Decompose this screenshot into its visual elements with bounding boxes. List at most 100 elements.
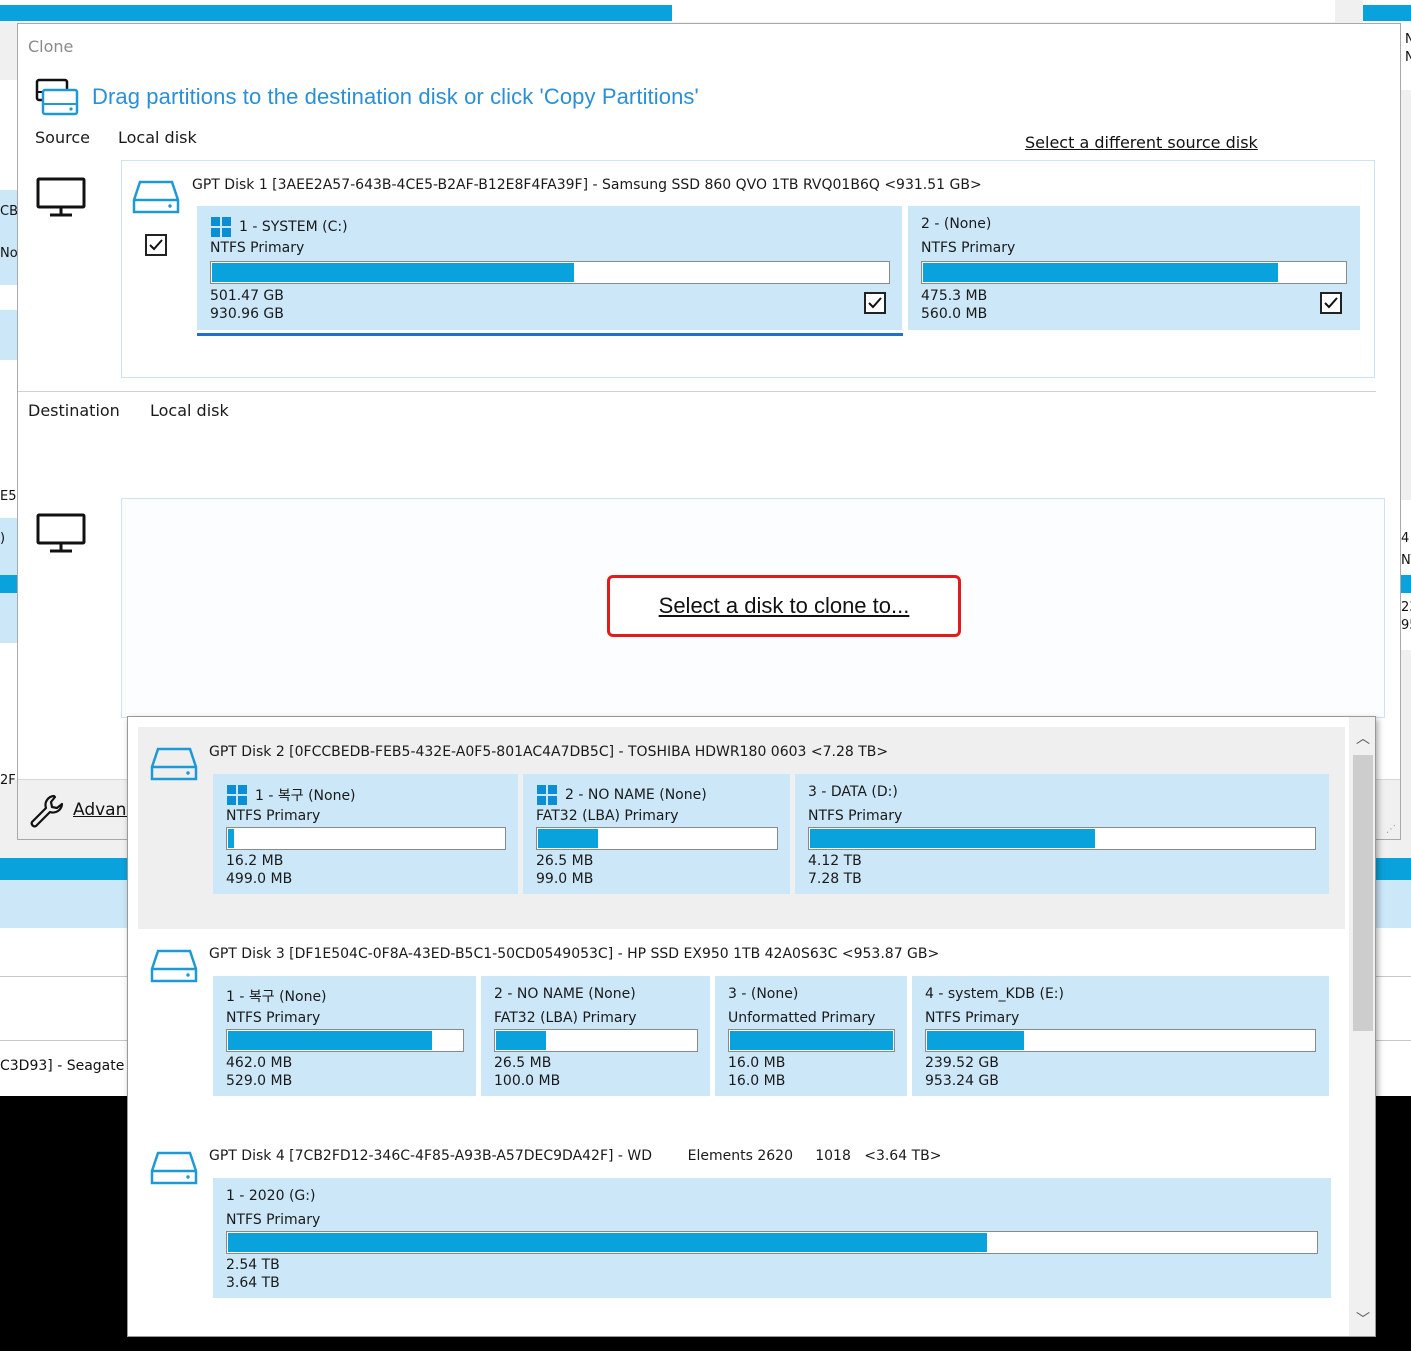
bg-fragment: NT bbox=[1401, 553, 1411, 568]
partition-type: Unformatted Primary bbox=[728, 1010, 876, 1026]
partition-total: 7.28 TB bbox=[808, 871, 862, 887]
scroll-down-arrow-icon[interactable]: ﹀ bbox=[1353, 1310, 1373, 1330]
source-partition-1[interactable]: 1 - SYSTEM (C:) NTFS Primary 501.47 GB 9… bbox=[197, 206, 902, 330]
partition-block[interactable]: 1 - 복구 (None) NTFS Primary 462.0 MB 529.… bbox=[213, 976, 476, 1096]
select-disk-to-clone-link[interactable]: Select a disk to clone to... bbox=[607, 575, 961, 637]
disk-option-3[interactable]: GPT Disk 3 [DF1E504C-0F8A-43ED-B5C1-50CD… bbox=[138, 929, 1345, 1131]
hard-drive-icon bbox=[132, 180, 180, 214]
partition-usage-bar bbox=[728, 1029, 895, 1052]
source-disk-title: GPT Disk 1 [3AEE2A57-643B-4CE5-B2AF-B12E… bbox=[192, 177, 982, 193]
partition-usage-fill bbox=[923, 263, 1278, 282]
partition-usage-fill bbox=[496, 1031, 546, 1050]
partition-block[interactable]: 3 - (None) Unformatted Primary 16.0 MB 1… bbox=[715, 976, 907, 1096]
disk-title: GPT Disk 3 [DF1E504C-0F8A-43ED-B5C1-50CD… bbox=[209, 946, 940, 962]
windows-icon bbox=[227, 785, 247, 805]
scroll-thumb[interactable] bbox=[1353, 755, 1373, 1031]
bg-fragment: Nor bbox=[0, 246, 17, 261]
partition-usage-bar bbox=[921, 261, 1347, 284]
partition-checkbox[interactable] bbox=[1320, 292, 1342, 314]
partition-name: 3 - DATA (D:) bbox=[808, 784, 898, 800]
partition-name-text: 3 - (None) bbox=[728, 986, 799, 1002]
partition-usage-bar bbox=[808, 827, 1316, 850]
partition-total: 16.0 MB bbox=[728, 1073, 786, 1089]
partition-name: 2 - NO NAME (None) bbox=[536, 784, 707, 806]
partition-block[interactable]: 1 - 복구 (None) NTFS Primary 16.2 MB 499.0… bbox=[213, 774, 518, 894]
partition-type: NTFS Primary bbox=[925, 1010, 1020, 1026]
partition-used: 4.12 TB bbox=[808, 853, 862, 869]
wrench-icon bbox=[30, 794, 64, 828]
bg-fragment: 2FD bbox=[0, 773, 17, 788]
partition-usage-bar bbox=[226, 1231, 1318, 1254]
partition-name-text: 1 - 복구 (None) bbox=[255, 788, 356, 804]
partition-usage-fill bbox=[730, 1031, 893, 1050]
computer-icon bbox=[36, 513, 86, 553]
partition-block[interactable]: 4 - system_KDB (E:) NTFS Primary 239.52 … bbox=[912, 976, 1329, 1096]
partition-name-text: 1 - SYSTEM (C:) bbox=[239, 219, 348, 235]
partition-type: NTFS Primary bbox=[226, 1010, 321, 1026]
partition-total: 499.0 MB bbox=[226, 871, 293, 887]
partition-total: 3.64 TB bbox=[226, 1275, 280, 1291]
destination-disk-type: Local disk bbox=[150, 401, 229, 420]
partition-usage-bar bbox=[925, 1029, 1316, 1052]
hard-drive-icon bbox=[150, 747, 198, 781]
disk-option-2[interactable]: GPT Disk 2 [0FCCBEDB-FEB5-432E-A0F5-801A… bbox=[138, 727, 1345, 929]
source-disk-type: Local disk bbox=[118, 128, 197, 147]
partition-usage-fill bbox=[212, 263, 574, 282]
partition-total: 560.0 MB bbox=[921, 306, 988, 322]
partition-used: 16.0 MB bbox=[728, 1055, 786, 1071]
partition-block[interactable]: 2 - NO NAME (None) FAT32 (LBA) Primary 2… bbox=[481, 976, 710, 1096]
section-divider bbox=[18, 391, 1376, 392]
dropdown-scrollbar[interactable]: ︿ ﹀ bbox=[1349, 717, 1375, 1336]
bg-fragment: E50 bbox=[0, 489, 17, 504]
partition-name-text: 2 - NO NAME (None) bbox=[565, 787, 707, 803]
partition-used: 16.2 MB bbox=[226, 853, 284, 869]
disk-option-4[interactable]: GPT Disk 4 [7CB2FD12-346C-4F85-A93B-A57D… bbox=[138, 1131, 1345, 1333]
hard-drive-icon bbox=[150, 949, 198, 983]
disk-selection-dropdown: GPT Disk 2 [0FCCBEDB-FEB5-432E-A0F5-801A… bbox=[127, 716, 1376, 1337]
bg-right-progress-2 bbox=[1401, 575, 1411, 593]
partition-name: 3 - (None) bbox=[728, 986, 798, 1002]
partition-used: 475.3 MB bbox=[921, 288, 988, 304]
bg-fragment: 4 bbox=[1401, 531, 1410, 546]
partition-block[interactable]: 3 - DATA (D:) NTFS Primary 4.12 TB 7.28 … bbox=[795, 774, 1329, 894]
partition-usage-fill bbox=[538, 829, 598, 848]
partition-name: 1 - 복구 (None) bbox=[226, 784, 356, 806]
partition-usage-fill bbox=[810, 829, 1095, 848]
partition-usage-bar bbox=[494, 1029, 698, 1052]
partition-block[interactable]: 1 - 2020 (G:) NTFS Primary 2.54 TB 3.64 … bbox=[213, 1178, 1331, 1298]
source-partition-2[interactable]: 2 - (None) NTFS Primary 475.3 MB 560.0 M… bbox=[908, 206, 1360, 330]
hard-drive-icon bbox=[150, 1151, 198, 1185]
bg-left-panel bbox=[0, 80, 17, 780]
partition-usage-bar bbox=[226, 1029, 464, 1052]
partition-checkbox[interactable] bbox=[864, 292, 886, 314]
partition-total: 529.0 MB bbox=[226, 1073, 293, 1089]
partition-name-text: 1 - 2020 (G:) bbox=[226, 1188, 316, 1204]
partition-usage-fill bbox=[228, 1233, 987, 1252]
partition-total: 930.96 GB bbox=[210, 306, 284, 322]
partition-type: FAT32 (LBA) Primary bbox=[536, 808, 679, 824]
partition-block[interactable]: 2 - NO NAME (None) FAT32 (LBA) Primary 2… bbox=[523, 774, 790, 894]
scroll-up-arrow-icon[interactable]: ︿ bbox=[1353, 729, 1373, 749]
source-disk-checkbox[interactable] bbox=[145, 234, 167, 256]
partition-type: NTFS Primary bbox=[226, 1212, 321, 1228]
partition-name: 4 - system_KDB (E:) bbox=[925, 986, 1064, 1002]
partition-name-text: 1 - 복구 (None) bbox=[226, 989, 327, 1005]
partition-type: NTFS Primary bbox=[226, 808, 321, 824]
partition-type: NTFS Primary bbox=[210, 240, 305, 256]
partition-used: 2.54 TB bbox=[226, 1257, 280, 1273]
resize-grip[interactable]: ⋰ bbox=[1386, 824, 1396, 835]
destination-label: Destination bbox=[28, 401, 120, 420]
bg-fragment: 95 bbox=[1401, 618, 1411, 633]
bg-top-progress bbox=[0, 5, 672, 21]
partition-name: 1 - SYSTEM (C:) bbox=[210, 216, 348, 238]
partition-usage-fill bbox=[228, 1031, 432, 1050]
partition-name: 1 - 2020 (G:) bbox=[226, 1188, 315, 1204]
partition-used: 462.0 MB bbox=[226, 1055, 293, 1071]
partition-used: 501.47 GB bbox=[210, 288, 284, 304]
bg-right-progress bbox=[1363, 5, 1411, 21]
select-different-source-link[interactable]: Select a different source disk bbox=[1025, 133, 1258, 152]
partition-name-text: 2 - NO NAME (None) bbox=[494, 986, 636, 1002]
partition-total: 100.0 MB bbox=[494, 1073, 561, 1089]
partition-used: 26.5 MB bbox=[536, 853, 594, 869]
partition-total: 99.0 MB bbox=[536, 871, 594, 887]
